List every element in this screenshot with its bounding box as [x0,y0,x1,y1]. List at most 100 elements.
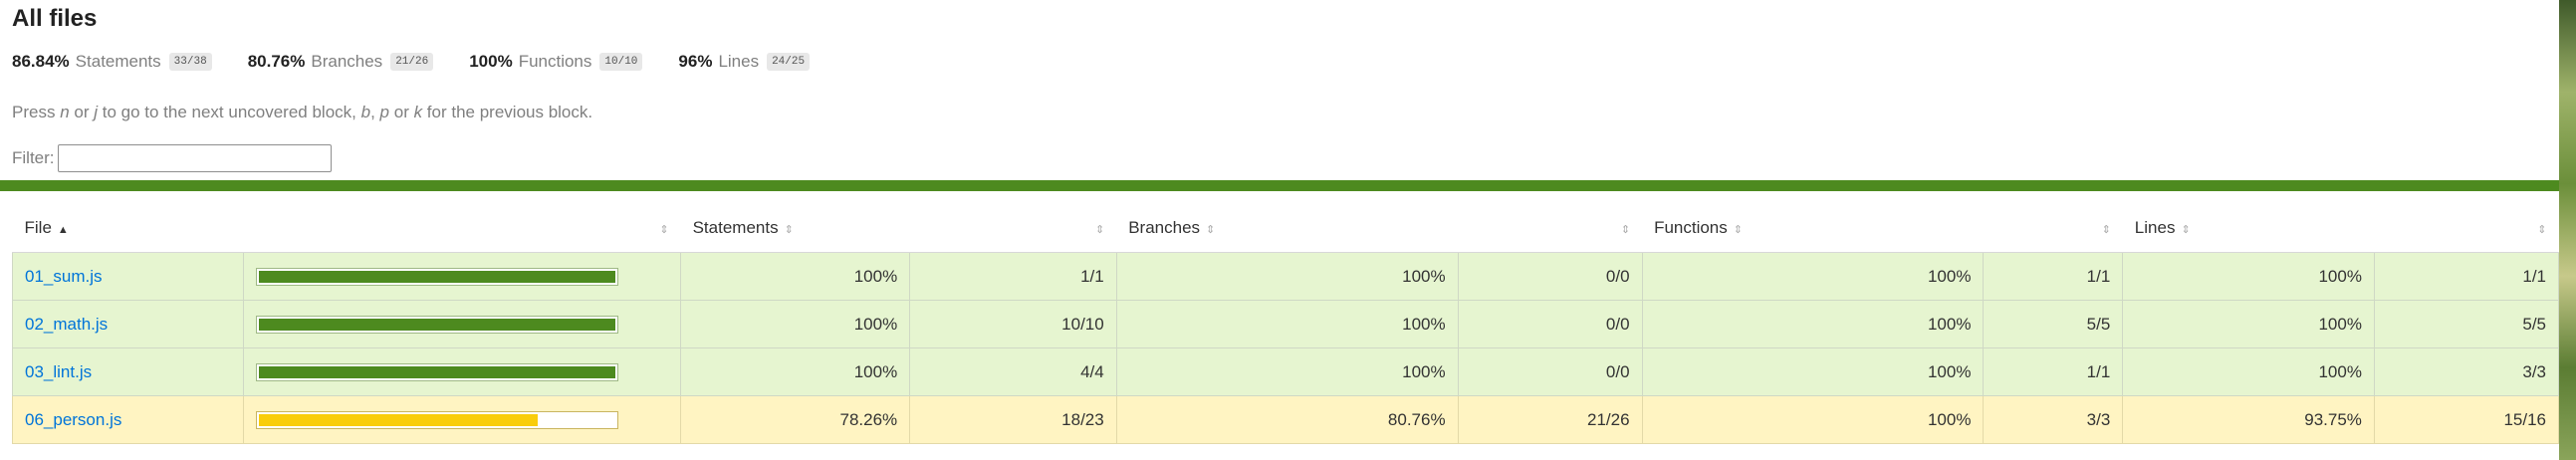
functions-fraction: 3/3 [1983,395,2124,444]
filter-row: Filter: [12,144,2547,172]
branches-fraction: 21/26 [1457,395,1643,444]
hint-key: p [379,103,390,121]
functions-pct: 100% [1641,300,1985,348]
coverage-table: File ▲ ⇕ Statements ⇕ ⇕ Branches ⇕ ⇕ Functi… [11,204,2560,444]
coverage-chart-cell [243,347,682,396]
page-title: All files [12,5,98,32]
coverage-bar [256,267,619,286]
hint-text: Press [12,103,61,121]
lines-pct: 100% [2122,300,2375,348]
file-link[interactable]: 03_lint.js [25,362,92,381]
lines-pct: 100% [2122,252,2375,301]
column-header-file-chart[interactable]: ⇕ [243,204,681,253]
statements-fraction: 10/10 [909,300,1117,348]
header-section: All files 86.84% Statements 33/38 80.76%… [0,0,2559,172]
summary-branches-fraction: 21/26 [390,53,434,71]
branches-fraction: 0/0 [1457,252,1643,301]
summary-lines-fraction: 24/25 [767,53,811,71]
summary-branches: 80.76% Branches 21/26 [248,52,434,72]
sort-icon: ⇕ [1095,224,1105,236]
coverage-chart-cell [243,252,682,301]
statements-pct: 100% [680,347,911,396]
column-header-label: Functions [1654,218,1728,237]
filter-input[interactable] [57,144,332,172]
functions-fraction: 5/5 [1983,300,2124,348]
coverage-chart-cell [243,395,682,444]
coverage-summary: 86.84% Statements 33/38 80.76% Branches … [12,50,2547,74]
hint-text: or [389,103,414,121]
statements-fraction: 1/1 [909,252,1117,301]
table-row: 02_math.js 100% 10/10 100% 0/0 100% 5/5 … [11,300,2560,348]
column-header-branches[interactable]: Branches ⇕ [1116,204,1459,253]
branches-pct: 100% [1115,300,1459,348]
background-edge [2559,0,2576,460]
keyboard-hint: Press n or j to go to the next uncovered… [12,103,2547,122]
column-header-lines-raw[interactable]: ⇕ [2374,204,2559,253]
column-header-label: File [24,218,52,237]
file-link[interactable]: 01_sum.js [25,267,102,286]
summary-lines: 96% Lines 24/25 [678,52,811,72]
lines-fraction: 1/1 [2373,252,2560,301]
column-header-branches-raw[interactable]: ⇕ [1458,204,1643,253]
coverage-bar-fill [259,413,539,426]
hint-key: n [60,103,70,121]
lines-fraction: 3/3 [2373,347,2560,396]
sort-icon: ⇕ [2537,224,2547,236]
column-header-statements-raw[interactable]: ⇕ [909,204,1117,253]
coverage-bar-fill [259,318,616,331]
sort-icon: ⇕ [784,224,794,236]
hint-text: for the previous block. [422,103,593,121]
lines-pct: 100% [2122,347,2375,396]
lines-pct: 93.75% [2122,395,2375,444]
column-header-lines[interactable]: Lines ⇕ [2122,204,2375,253]
file-link[interactable]: 06_person.js [25,410,121,429]
summary-functions-fraction: 10/10 [599,53,643,71]
hint-text: , [370,103,380,121]
functions-fraction: 1/1 [1983,347,2124,396]
table-row: 06_person.js 78.26% 18/23 80.76% 21/26 1… [11,395,2560,444]
file-cell: 02_math.js [11,300,245,348]
sort-icon: ⇕ [1620,224,1631,236]
file-cell: 03_lint.js [11,347,245,396]
table-row: 03_lint.js 100% 4/4 100% 0/0 100% 1/1 10… [11,347,2560,396]
summary-functions-pct: 100% [469,52,513,71]
summary-statements-label: Statements [75,52,161,71]
branches-fraction: 0/0 [1457,300,1643,348]
summary-lines-label: Lines [718,52,760,71]
sort-icon: ⇕ [2101,224,2111,236]
statements-fraction: 18/23 [909,395,1117,444]
summary-statements: 86.84% Statements 33/38 [12,52,212,72]
statements-fraction: 4/4 [909,347,1117,396]
summary-statements-pct: 86.84% [12,52,70,71]
coverage-chart-cell [243,300,682,348]
coverage-bar [256,410,619,429]
column-header-statements[interactable]: Statements ⇕ [680,204,910,253]
statements-pct: 100% [680,300,911,348]
page: All files 86.84% Statements 33/38 80.76%… [0,0,2560,444]
column-header-functions[interactable]: Functions ⇕ [1642,204,1984,253]
file-cell: 06_person.js [11,395,245,444]
hint-text: to go to the next uncovered block, [98,103,361,121]
file-link[interactable]: 02_math.js [25,315,108,334]
column-header-label: Branches [1128,218,1201,237]
branches-pct: 100% [1115,252,1459,301]
lines-fraction: 5/5 [2373,300,2560,348]
hint-key: b [360,103,371,121]
summary-branches-label: Branches [311,52,383,71]
sort-ascending-icon: ▲ [57,224,69,236]
summary-functions: 100% Functions 10/10 [469,52,643,72]
column-header-functions-raw[interactable]: ⇕ [1983,204,2123,253]
table-row: 01_sum.js 100% 1/1 100% 0/0 100% 1/1 100… [11,252,2560,301]
statements-pct: 78.26% [680,395,911,444]
functions-fraction: 1/1 [1983,252,2124,301]
branches-pct: 100% [1115,347,1459,396]
column-header-file[interactable]: File ▲ [12,204,244,253]
summary-functions-label: Functions [518,52,592,71]
functions-pct: 100% [1641,347,1985,396]
column-header-label: Lines [2134,218,2176,237]
coverage-status-line [0,180,2559,191]
branches-pct: 80.76% [1115,395,1459,444]
summary-statements-fraction: 33/38 [168,53,212,71]
column-header-label: Statements [692,218,779,237]
lines-fraction: 15/16 [2373,395,2560,444]
